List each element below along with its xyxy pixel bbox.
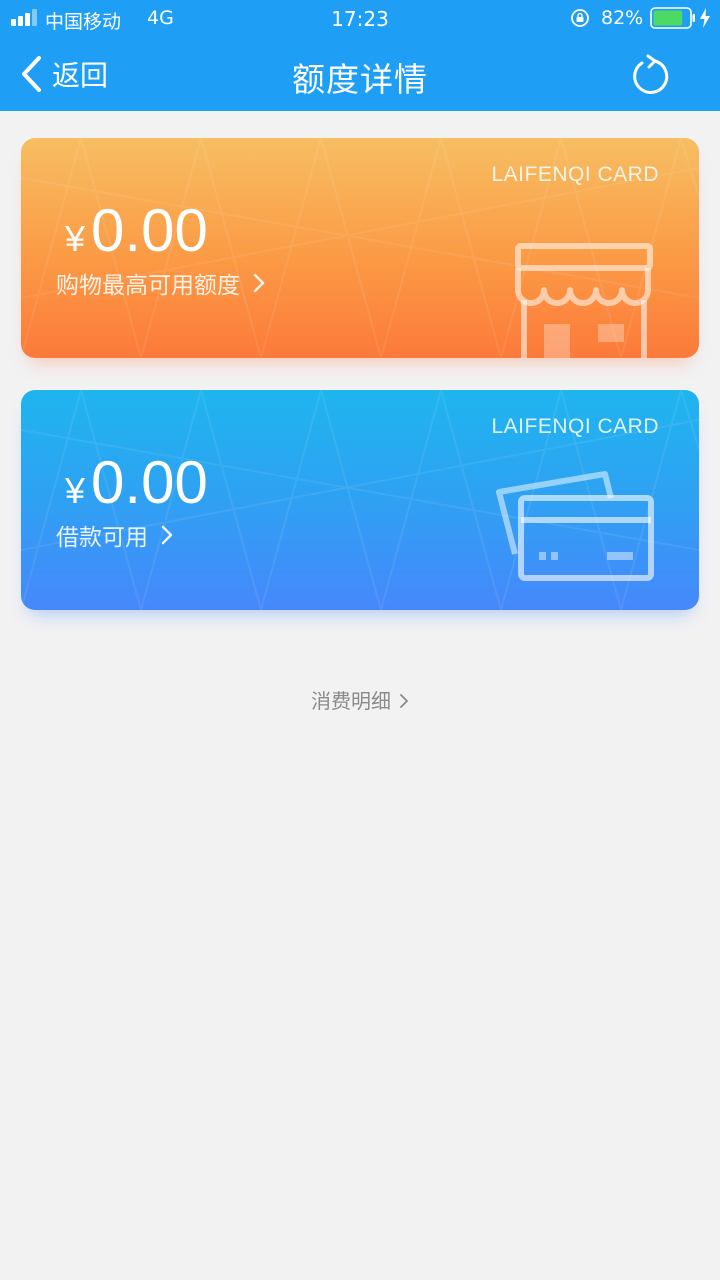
credit-cards-icon bbox=[496, 471, 654, 581]
rotation-lock-icon bbox=[571, 9, 589, 27]
card-link-label: 购物最高可用额度 bbox=[56, 273, 240, 299]
chevron-right-icon bbox=[253, 273, 265, 293]
battery-icon bbox=[650, 7, 695, 29]
charging-bolt-icon bbox=[700, 8, 710, 28]
currency-symbol: ¥ bbox=[65, 218, 86, 259]
chevron-right-icon bbox=[400, 694, 408, 708]
card-link-label: 借款可用 bbox=[56, 525, 148, 551]
shopping-credit-card[interactable]: LAIFENQI CARD ¥ 0.00 购物最高可用额度 bbox=[21, 138, 699, 358]
amount-value: 0.00 bbox=[91, 449, 208, 516]
shopping-amount: ¥ 0.00 bbox=[65, 196, 208, 265]
loan-available-link[interactable]: 借款可用 bbox=[56, 518, 174, 552]
amount-value: 0.00 bbox=[91, 197, 208, 264]
card-brand: LAIFENQI CARD bbox=[491, 415, 659, 438]
top-bar: 中国移动 4G 17:23 82% 返回 额度详情 bbox=[0, 0, 720, 111]
consumption-details-link[interactable]: 消费明细 bbox=[0, 685, 720, 714]
status-bar: 中国移动 4G 17:23 82% bbox=[0, 0, 720, 36]
shopping-limit-link[interactable]: 购物最高可用额度 bbox=[56, 266, 266, 300]
card-brand: LAIFENQI CARD bbox=[491, 163, 659, 186]
details-link-label: 消费明细 bbox=[311, 689, 391, 713]
chevron-right-icon bbox=[161, 525, 173, 545]
battery-percent: 82% bbox=[601, 7, 644, 29]
page-title: 额度详情 bbox=[292, 60, 428, 99]
loan-amount: ¥ 0.00 bbox=[65, 448, 208, 517]
navigation-bar: 返回 额度详情 bbox=[0, 36, 720, 111]
loan-credit-card[interactable]: LAIFENQI CARD ¥ 0.00 借款可用 bbox=[21, 390, 699, 610]
shop-icon bbox=[515, 243, 653, 358]
refresh-icon[interactable] bbox=[628, 54, 672, 98]
currency-symbol: ¥ bbox=[65, 470, 86, 511]
